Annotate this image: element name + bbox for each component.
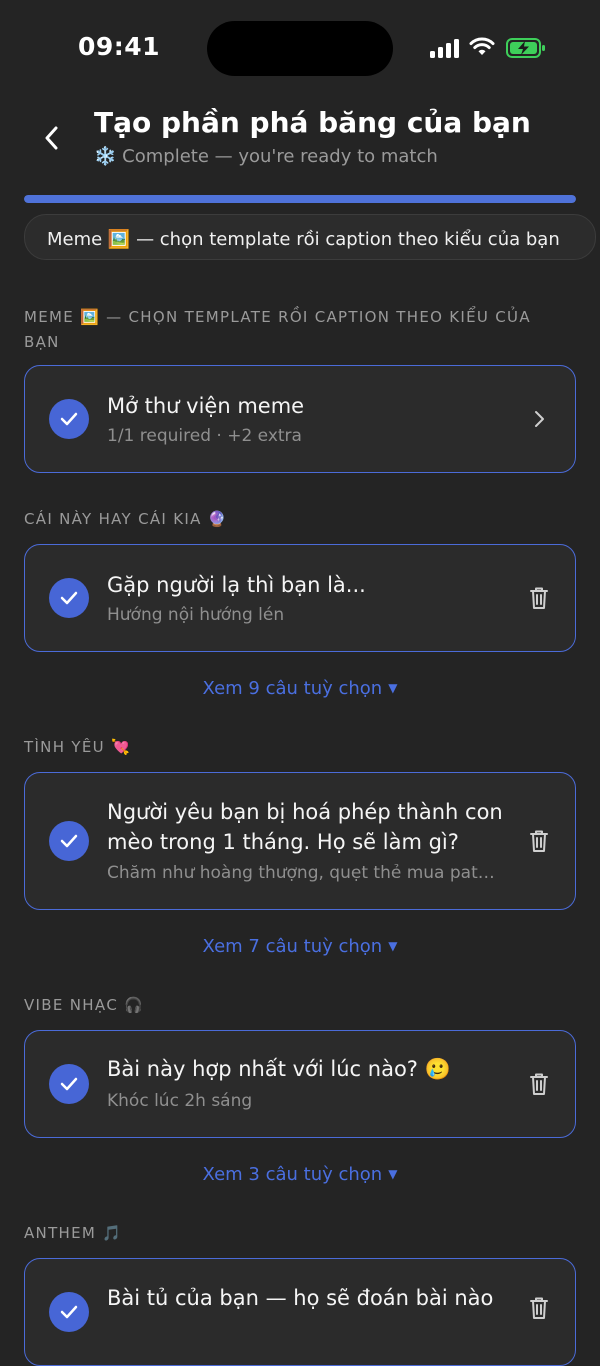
prompt-card-love[interactable]: Người yêu bạn bị hoá phép thành con mèo …: [24, 772, 576, 910]
card-title: Bài này hợp nhất với lúc nào? 🥲: [107, 1057, 451, 1081]
section-label-meme: Meme 🖼️ — chọn template rồi caption theo…: [24, 308, 531, 351]
card-subtitle: Chăm như hoàng thượng, quẹt thẻ mua pate…: [107, 863, 505, 883]
check-icon: [49, 399, 89, 439]
caret-down-icon: ▼: [388, 1167, 398, 1181]
section-label-music-vibe: Vibe nhạc 🎧: [24, 996, 145, 1014]
prompt-card-music-vibe[interactable]: Bài này hợp nhất với lúc nào? 🥲 Khóc lúc…: [24, 1030, 576, 1138]
caret-down-icon: ▼: [388, 681, 398, 695]
section-label-love: Tình yêu 💘: [24, 738, 131, 756]
card-title: Gặp người lạ thì bạn là...: [107, 573, 366, 597]
prompt-card-meme[interactable]: Mở thư viện meme 1/1 required · +2 extra: [24, 365, 576, 473]
status-time: 09:41: [78, 32, 161, 61]
show-more-label: Xem 9 câu tuỳ chọn: [202, 678, 383, 699]
snowflake-icon: ❄️: [94, 146, 117, 167]
check-icon: [49, 1292, 89, 1332]
show-more-options-link[interactable]: Xem 7 câu tuỳ chọn ▼: [0, 936, 600, 957]
battery-charging-icon: [506, 38, 545, 58]
card-title: Người yêu bạn bị hoá phép thành con mèo …: [107, 800, 503, 854]
trash-icon[interactable]: [527, 1071, 551, 1097]
wifi-icon: [469, 37, 495, 55]
page-subtitle: ❄️ Complete — you're ready to match: [94, 146, 438, 167]
progress-bar: [24, 195, 576, 203]
card-subtitle: Hướng nội hướng lén: [107, 605, 285, 625]
card-title: Mở thư viện meme: [107, 394, 305, 418]
section-label-anthem: Anthem 🎵: [24, 1224, 123, 1242]
check-icon: [49, 821, 89, 861]
trash-icon[interactable]: [527, 585, 551, 611]
caret-down-icon: ▼: [388, 939, 398, 953]
prompt-card-anthem[interactable]: Bài tủ của bạn — họ sẽ đoán bài nào: [24, 1258, 576, 1366]
check-icon: [49, 1064, 89, 1104]
chevron-right-icon[interactable]: [527, 406, 551, 432]
show-more-label: Xem 3 câu tuỳ chọn: [202, 1164, 383, 1185]
section-chip-label: Meme 🖼️ — chọn template rồi caption theo…: [47, 229, 560, 250]
progress-fill: [24, 195, 576, 203]
chevron-left-icon: [45, 126, 58, 150]
card-title: Bài tủ của bạn — họ sẽ đoán bài nào: [107, 1286, 494, 1310]
card-subtitle: Khóc lúc 2h sáng: [107, 1091, 253, 1111]
show-more-label: Xem 7 câu tuỳ chọn: [202, 936, 383, 957]
section-chip[interactable]: Meme 🖼️ — chọn template rồi caption theo…: [24, 214, 596, 260]
show-more-options-link[interactable]: Xem 3 câu tuỳ chọn ▼: [0, 1164, 600, 1185]
check-icon: [49, 578, 89, 618]
dynamic-island: [207, 21, 393, 76]
cellular-signal-icon: [430, 38, 460, 58]
show-more-options-link[interactable]: Xem 9 câu tuỳ chọn ▼: [0, 678, 600, 699]
card-subtitle: 1/1 required · +2 extra: [107, 426, 302, 446]
status-bar: 09:41: [0, 0, 600, 96]
section-label-this-or-that: Cái này hay cái kia 🔮: [24, 510, 228, 528]
subtitle-text: Complete — you're ready to match: [122, 146, 438, 167]
trash-icon[interactable]: [527, 1295, 551, 1321]
prompt-card-this-or-that[interactable]: Gặp người lạ thì bạn là... Hướng nội hướ…: [24, 544, 576, 652]
back-button[interactable]: [36, 120, 68, 156]
page-title: Tạo phần phá băng của bạn: [94, 106, 531, 139]
trash-icon[interactable]: [527, 828, 551, 854]
